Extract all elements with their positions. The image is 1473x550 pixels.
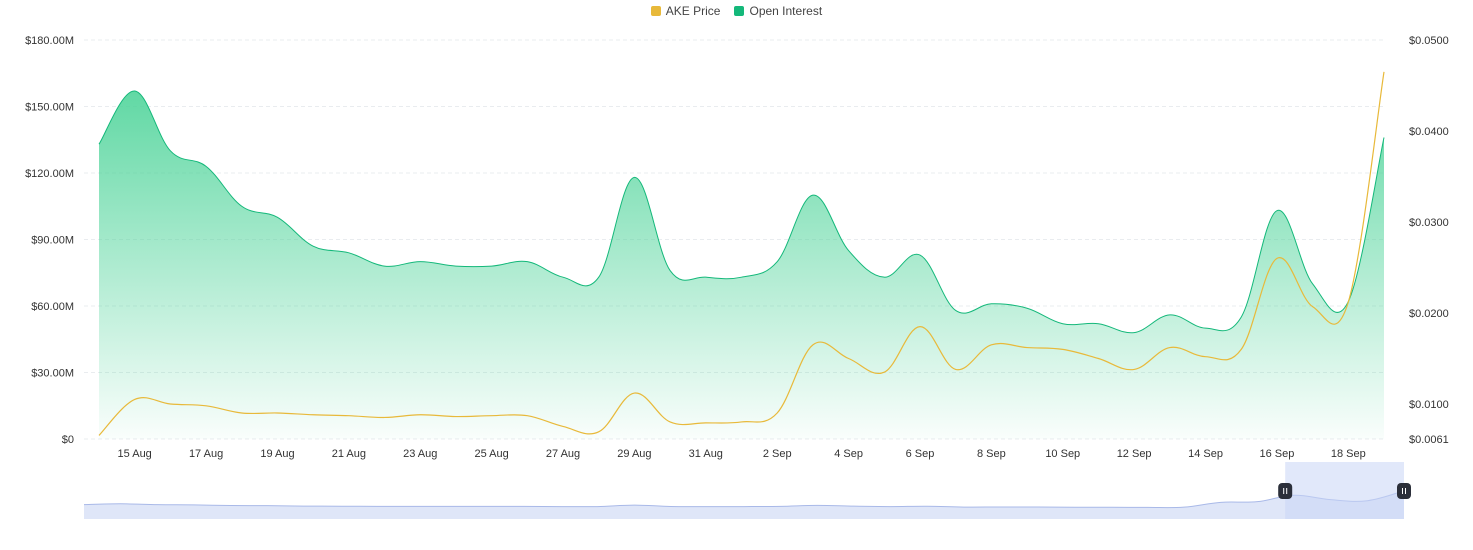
- x-tick-label: 6 Sep: [906, 448, 935, 460]
- x-tick-label: 23 Aug: [403, 448, 437, 460]
- y-axis-right: $0.0061 $0.0100 $0.0200 $0.0300 $0.0400 $0.05…: [1409, 35, 1449, 446]
- y-right-tick-label: $0.0500: [1409, 35, 1449, 47]
- y-left-tick-label: $180.00M: [25, 35, 74, 47]
- y-right-tick-label: $0.0100: [1409, 399, 1449, 411]
- x-tick-label: 19 Aug: [260, 448, 294, 460]
- x-tick-label: 14 Sep: [1188, 448, 1223, 460]
- y-left-tick-label: $150.00M: [25, 102, 74, 114]
- open-interest-area: [99, 90, 1384, 440]
- y-right-tick-label: $0.0300: [1409, 217, 1449, 229]
- x-tick-label: 12 Sep: [1117, 448, 1152, 460]
- y-left-tick-label: $120.00M: [25, 168, 74, 180]
- x-tick-label: 27 Aug: [546, 448, 580, 460]
- x-tick-label: 2 Sep: [763, 448, 792, 460]
- x-tick-label: 31 Aug: [689, 448, 723, 460]
- x-tick-label: 17 Aug: [189, 448, 223, 460]
- x-tick-label: 29 Aug: [617, 448, 651, 460]
- y-left-tick-label: $0: [62, 434, 74, 446]
- x-tick-label: 8 Sep: [977, 448, 1006, 460]
- x-tick-label: 4 Sep: [834, 448, 863, 460]
- y-right-tick-label: $0.0400: [1409, 126, 1449, 138]
- y-right-tick-label: $0.0061: [1409, 434, 1449, 446]
- y-left-tick-label: $60.00M: [31, 301, 74, 313]
- x-axis: 15 Aug 17 Aug 19 Aug 21 Aug 23 Aug 25 Aug 27 A…: [118, 448, 1366, 460]
- y-right-tick-label: $0.0200: [1409, 308, 1449, 320]
- x-tick-label: 25 Aug: [475, 448, 509, 460]
- brush-handle-right-icon[interactable]: [1397, 483, 1411, 499]
- x-tick-label: 15 Aug: [118, 448, 152, 460]
- range-brush[interactable]: [83, 462, 1411, 519]
- brush-handle-left-icon[interactable]: [1278, 483, 1293, 499]
- brush-selection: [1285, 462, 1404, 519]
- chart-canvas: $0 $30.00M $60.00M $90.00M $120.00M $150.00M $…: [25, 35, 1449, 519]
- y-left-tick-label: $90.00M: [31, 235, 74, 247]
- x-tick-label: 10 Sep: [1045, 448, 1080, 460]
- x-tick-label: 16 Sep: [1259, 448, 1294, 460]
- y-left-tick-label: $30.00M: [31, 368, 74, 380]
- x-tick-label: 21 Aug: [332, 448, 366, 460]
- y-axis-left: $0 $30.00M $60.00M $90.00M $120.00M $150.00M $…: [25, 35, 74, 446]
- x-tick-label: 18 Sep: [1331, 448, 1366, 460]
